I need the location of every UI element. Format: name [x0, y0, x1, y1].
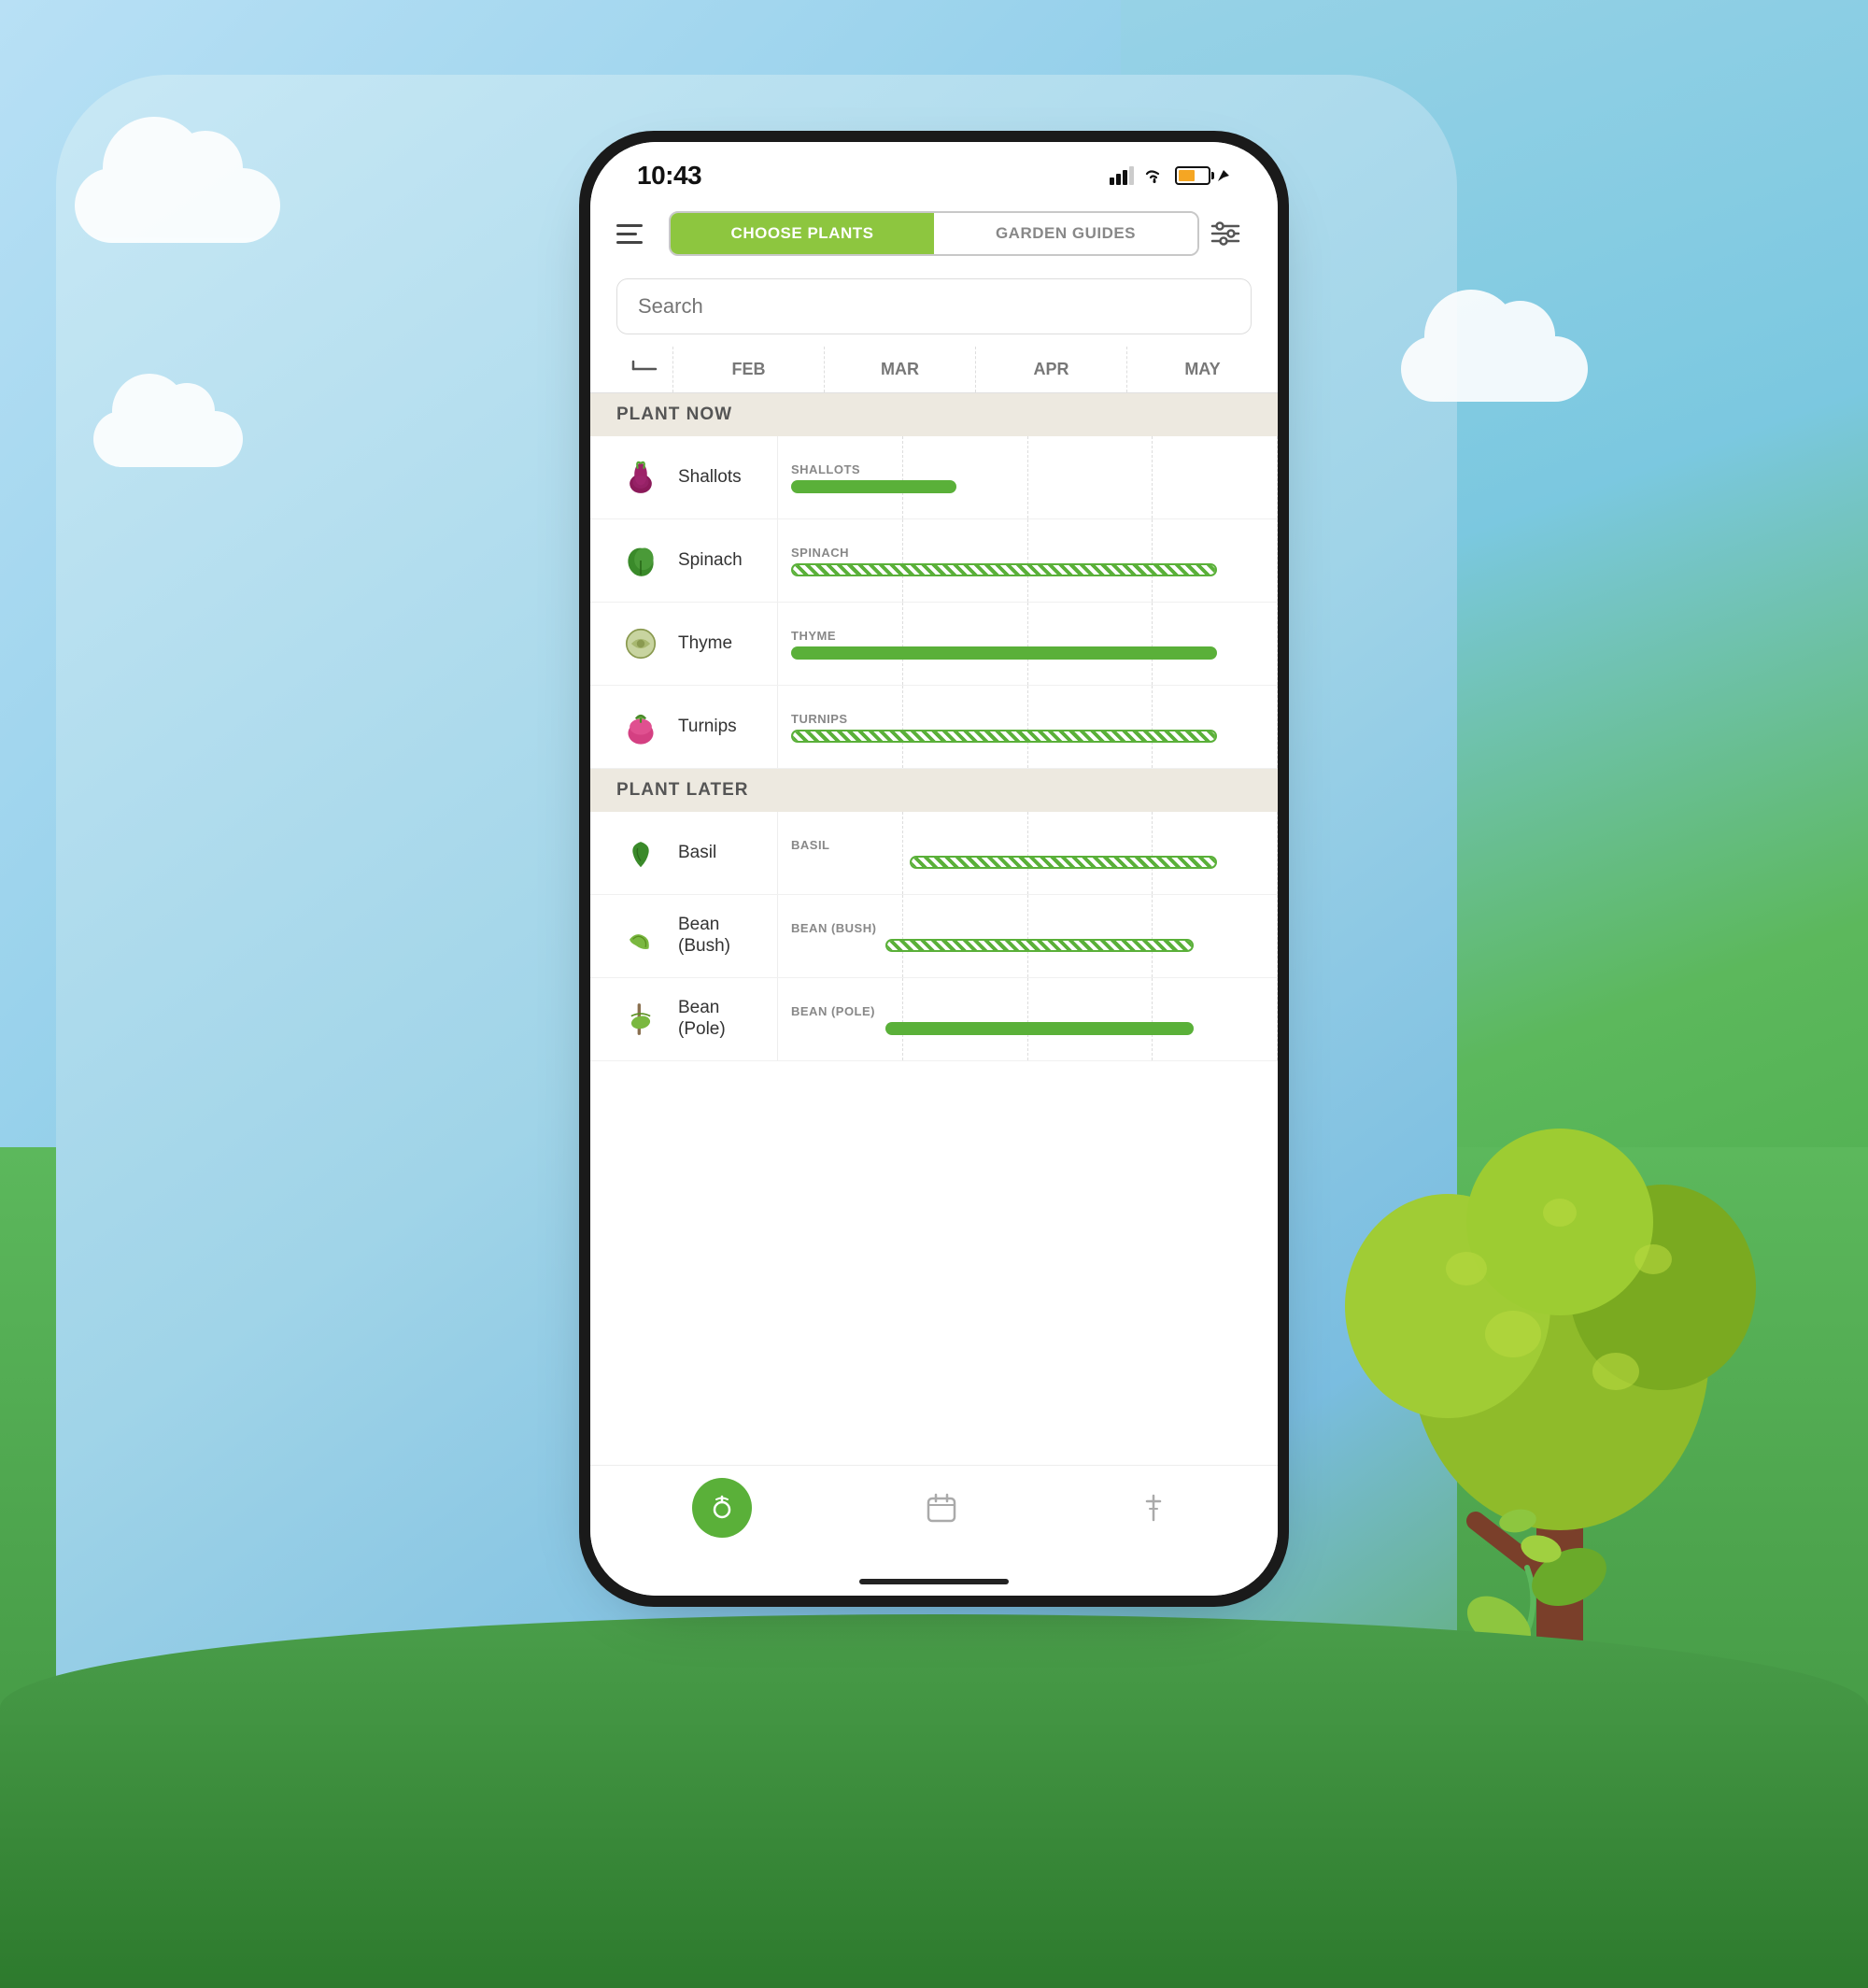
chart-bar-track	[791, 563, 1265, 576]
plant-info: Turnips	[590, 691, 777, 762]
chart-label: SHALLOTS	[791, 462, 1265, 476]
plant-row[interactable]: Shallots SHALLOTS	[590, 436, 1278, 519]
wifi-icon	[1143, 166, 1166, 185]
month-may: MAY	[1126, 347, 1278, 392]
plant-icon	[616, 453, 665, 502]
plant-name: Spinach	[678, 550, 743, 572]
cloud-2	[93, 411, 243, 467]
chart-bar-track	[791, 730, 1265, 743]
plant-info: Bean (Pole)	[590, 984, 777, 1055]
search-input[interactable]	[616, 278, 1252, 334]
plant-name: Basil	[678, 843, 716, 864]
plant-chart: BEAN (POLE)	[777, 978, 1278, 1060]
status-time: 10:43	[637, 161, 701, 191]
back-arrow-icon	[630, 354, 659, 384]
plant-chart: SHALLOTS	[777, 436, 1278, 518]
chart-label: SPINACH	[791, 546, 1265, 560]
tab-garden-guides[interactable]: GARDEN GUIDES	[934, 213, 1197, 254]
section-header-plant-now: PLANT NOW	[590, 393, 1278, 436]
plant-row[interactable]: Thyme THYME	[590, 603, 1278, 686]
battery-fill	[1179, 170, 1195, 181]
chart-label: BEAN (BUSH)	[791, 921, 1265, 935]
plant-nav-icon	[692, 1478, 752, 1538]
battery-icon	[1175, 166, 1210, 185]
plant-name: Turnips	[678, 717, 737, 738]
filter-button[interactable]	[1210, 213, 1252, 254]
chart-bar	[791, 730, 1217, 743]
plant-chart: THYME	[777, 603, 1278, 685]
nav-item-tools[interactable]	[1131, 1485, 1176, 1530]
month-mar: MAR	[824, 347, 975, 392]
chart-bar-track	[791, 480, 1265, 493]
chart-bar	[791, 480, 956, 493]
app-header: CHOOSE PLANTS GARDEN GUIDES	[590, 198, 1278, 271]
calendar-header: FEB MAR APR MAY	[590, 346, 1278, 393]
plant-chart: BEAN (BUSH)	[777, 895, 1278, 977]
plant-info: Spinach	[590, 525, 777, 596]
nav-item-calendar[interactable]	[919, 1485, 964, 1530]
plant-icon	[616, 703, 665, 751]
chart-bar	[910, 856, 1218, 869]
section-header-plant-later: PLANT LATER	[590, 769, 1278, 812]
chart-bar	[885, 939, 1194, 952]
ground-hill	[0, 1614, 1868, 1988]
plant-row[interactable]: Spinach SPINACH	[590, 519, 1278, 603]
status-icons	[1110, 166, 1231, 185]
plant-chart: BASIL	[777, 812, 1278, 894]
plant-icon	[616, 619, 665, 668]
chart-bar	[885, 1022, 1194, 1035]
chart-bar	[791, 563, 1217, 576]
phone-frame: 10:43	[579, 131, 1289, 1607]
plant-info: Basil	[590, 817, 777, 888]
chart-bar-track	[791, 1022, 1265, 1035]
chart-bar-track	[791, 939, 1265, 952]
calendar-back-button[interactable]	[616, 346, 672, 392]
chart-label: THYME	[791, 629, 1265, 643]
chart-label: TURNIPS	[791, 712, 1265, 726]
tools-nav-icon	[1131, 1485, 1176, 1530]
plant-row[interactable]: Bean (Bush) BEAN (BUSH)	[590, 895, 1278, 978]
chart-bar-track	[791, 646, 1265, 660]
phone-wrapper: 10:43	[579, 131, 1289, 1607]
chart-label: BEAN (POLE)	[791, 1004, 1265, 1018]
tab-group: CHOOSE PLANTS GARDEN GUIDES	[669, 211, 1199, 256]
phone-screen: 10:43	[590, 142, 1278, 1596]
cloud-1	[75, 168, 280, 243]
plant-list: PLANT NOW Shallots SHALLOTS Spinach SPINACH T…	[590, 393, 1278, 1465]
status-bar: 10:43	[590, 142, 1278, 198]
bottom-nav	[590, 1465, 1278, 1568]
chart-bar	[791, 646, 1217, 660]
month-apr: APR	[975, 347, 1126, 392]
plant-name: Thyme	[678, 633, 732, 655]
location-icon	[1216, 168, 1231, 183]
plant-name: Bean (Bush)	[678, 915, 730, 958]
signal-icon	[1110, 166, 1134, 185]
plant-chart: TURNIPS	[777, 686, 1278, 768]
month-list: FEB MAR APR MAY	[672, 347, 1278, 392]
plant-icon	[616, 829, 665, 877]
home-indicator	[590, 1568, 1278, 1596]
plant-icon	[616, 912, 665, 960]
plant-row[interactable]: Turnips TURNIPS	[590, 686, 1278, 769]
plant-icon	[616, 536, 665, 585]
filter-icon	[1210, 220, 1240, 247]
chart-label: BASIL	[791, 838, 1265, 852]
chart-bar-track	[791, 856, 1265, 869]
plant-chart: SPINACH	[777, 519, 1278, 602]
cloud-3	[1401, 336, 1588, 402]
plant-row[interactable]: Basil BASIL	[590, 812, 1278, 895]
tab-choose-plants[interactable]: CHOOSE PLANTS	[671, 213, 934, 254]
calendar-nav-icon	[919, 1485, 964, 1530]
plant-name: Bean (Pole)	[678, 998, 764, 1041]
nav-item-plants[interactable]	[692, 1478, 752, 1538]
plant-row[interactable]: Bean (Pole) BEAN (POLE)	[590, 978, 1278, 1061]
plant-info: Bean (Bush)	[590, 901, 777, 972]
plant-info: Thyme	[590, 608, 777, 679]
plant-info: Shallots	[590, 442, 777, 513]
plant-name: Shallots	[678, 467, 742, 489]
menu-button[interactable]	[616, 213, 658, 254]
month-feb: FEB	[672, 347, 824, 392]
plant-icon	[616, 995, 665, 1044]
nav-row: CHOOSE PLANTS GARDEN GUIDES	[616, 211, 1252, 256]
